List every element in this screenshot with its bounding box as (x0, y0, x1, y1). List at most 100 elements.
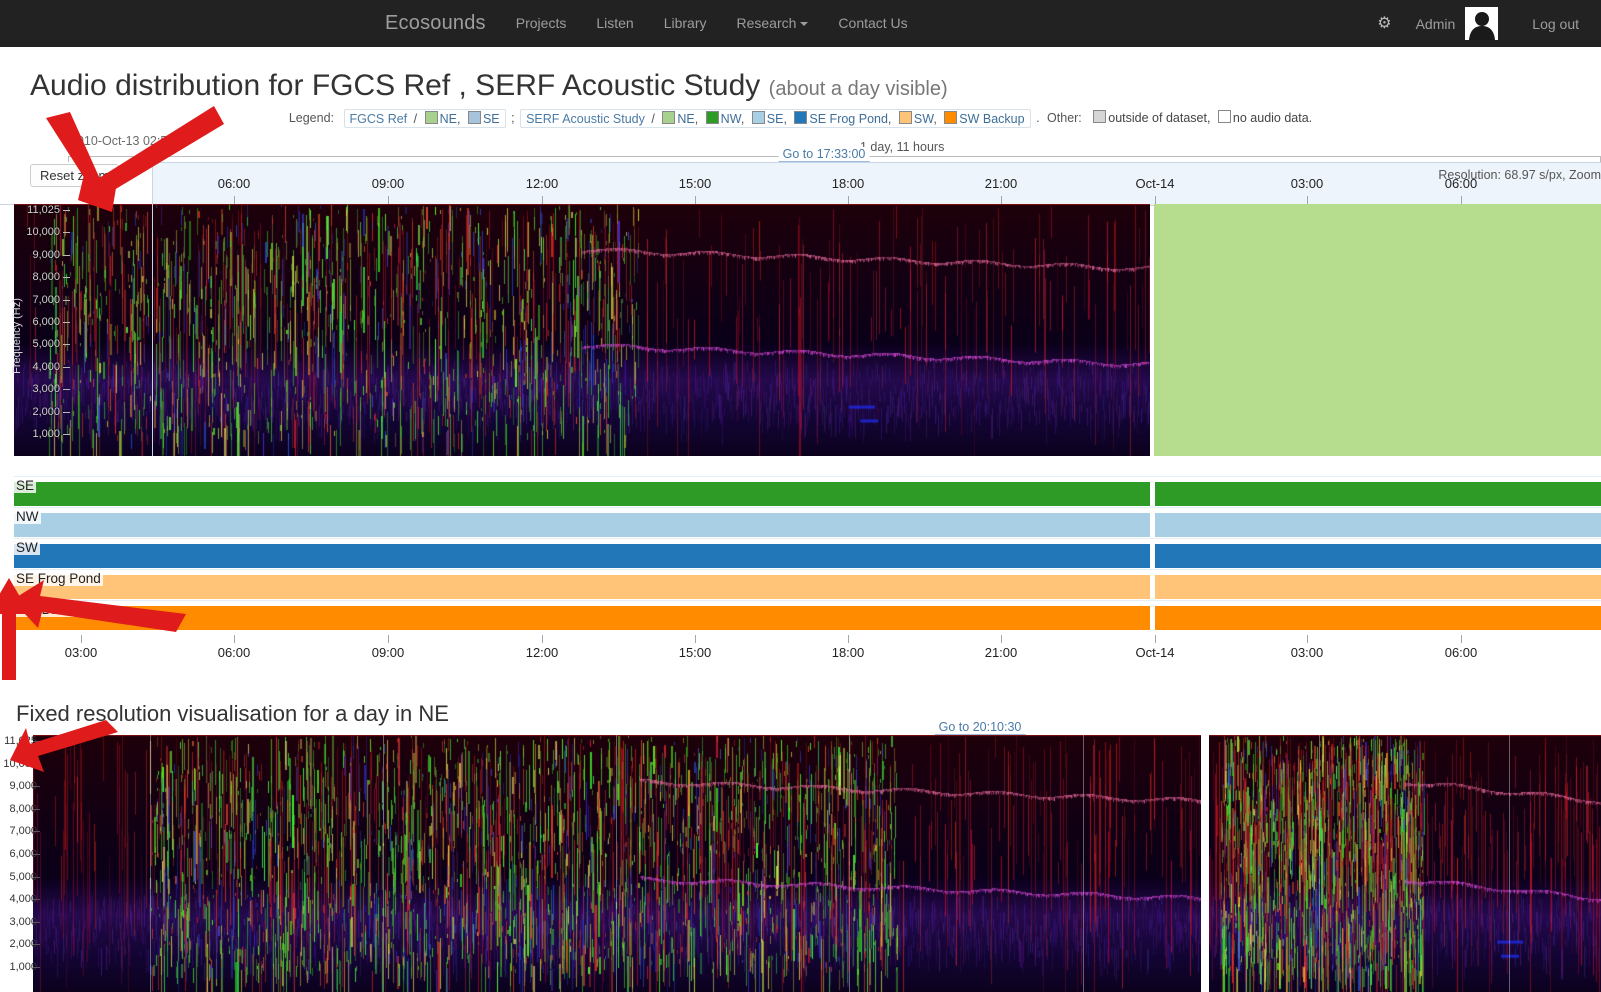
nav-link-research[interactable]: Research (722, 0, 824, 47)
brand-logo[interactable]: Ecosounds (370, 12, 501, 35)
bottom-axis-tick-label: 03:00 (1290, 645, 1324, 660)
category-track-row[interactable]: NW (0, 507, 1601, 538)
fixed-frequency-tick-mark (33, 921, 40, 923)
top-axis-tick-label: 21:00 (984, 176, 1018, 191)
legend-item-ne: NE (677, 112, 695, 126)
track-bar-segment-left[interactable] (14, 482, 1150, 506)
track-separator (14, 476, 1601, 477)
legend-item-outside-dataset: outside of dataset, (1108, 110, 1211, 125)
fixed-frequency-tick-mark (33, 786, 40, 788)
spectrogram-image[interactable] (14, 204, 1150, 456)
legend-swatch-nw (705, 111, 719, 124)
category-track-row[interactable]: SW (0, 538, 1601, 569)
nav-link-library[interactable]: Library (649, 0, 722, 47)
category-track-row[interactable]: SE Frog Pond (0, 569, 1601, 600)
bottom-axis-tick-label: 15:00 (678, 645, 712, 660)
range-duration: 1 day, 11 hours (860, 140, 945, 154)
nav-link-listen[interactable]: Listen (581, 0, 648, 47)
legend-other-label: Other: (1047, 110, 1082, 125)
track-bar-segment-left[interactable] (14, 513, 1150, 537)
top-axis-tick-label: 18:00 (831, 176, 865, 191)
legend-group-title: SERF Acoustic Study (526, 112, 645, 126)
track-label: SW (14, 540, 40, 555)
track-label: SE Frog Pond (14, 571, 103, 586)
legend-item-nw: NW (720, 112, 741, 126)
gear-icon[interactable]: ⚙ (1363, 0, 1405, 47)
spectrogram-canvas (1209, 735, 1601, 992)
legend-swatch-ne (662, 111, 676, 124)
legend-group-serf: SERF Acoustic Study / NE, NW, SE, SE Fro… (520, 109, 1031, 128)
timeline-visualisation: 2010-Oct-13 02:51:47 1 day, 11 hours NE … (0, 134, 1601, 669)
reset-zoom-button[interactable]: Reset zoom (30, 164, 120, 187)
spectrogram-canvas (14, 204, 1150, 456)
fixed-resolution-panel[interactable]: 11,025 10,000 9,000 8,000 7,000 6,000 5,000 4,0… (0, 735, 1601, 992)
fixed-resolution-title: Fixed resolution visualisation for a day… (16, 701, 449, 727)
fixed-gridline (1319, 735, 1320, 992)
track-separator (14, 600, 1601, 601)
bottom-axis-tick-mark (388, 635, 389, 643)
legend-label: Legend: (288, 110, 335, 125)
legend-item-se: SE (766, 112, 784, 126)
main-chart-panel[interactable]: NE 03:0006:0009:0012:0015:0018:0021:00Oc… (0, 147, 1601, 474)
bottom-axis-tick-label: 12:00 (525, 645, 559, 660)
track-bar-segment-left[interactable] (14, 575, 1150, 599)
fixed-frequency-tick-mark (33, 854, 40, 855)
fixed-frequency-tick-mark (33, 899, 40, 901)
track-separator (14, 569, 1601, 570)
legend-separator: / (413, 112, 418, 126)
legend-swatch-ne (424, 111, 438, 124)
user-avatar-icon[interactable] (1465, 7, 1499, 40)
track-bar-segment-right[interactable] (1155, 575, 1601, 599)
nav-link-label: Library (663, 15, 707, 31)
range-start-date: 2010-Oct-13 02:51:47 (70, 134, 192, 148)
track-bar-segment-right[interactable] (1155, 606, 1601, 630)
bottom-axis-tick-mark (542, 635, 543, 643)
category-track-row[interactable]: SE (0, 476, 1601, 507)
category-track-row[interactable]: SW Backup (0, 600, 1601, 631)
fixed-gridline (849, 735, 850, 992)
bottom-axis-tick-mark (1001, 635, 1002, 643)
goto-time-link-bottom[interactable]: Go to 20:10:30 (934, 720, 1026, 735)
fixed-gridline (383, 735, 384, 992)
bottom-axis-tick-label: 06:00 (1444, 645, 1478, 660)
track-bar-segment-right[interactable] (1155, 513, 1601, 537)
track-bar-segment-left[interactable] (14, 544, 1150, 568)
legend-item-se-frog-pond: SE Frog Pond (809, 112, 888, 126)
navbar-right-group: ⚙ Admin Log out (1363, 0, 1601, 47)
track-bar-segment-left[interactable] (14, 606, 1150, 630)
fixed-spectrogram-right[interactable] (1209, 735, 1601, 992)
legend-item-sw: SW (913, 112, 934, 126)
nav-link-contact-us[interactable]: Contact Us (823, 0, 922, 47)
track-label: SW Backup (14, 602, 89, 617)
resolution-status-text: Resolution: 68.97 s/px, Zoom (1438, 168, 1601, 182)
bottom-axis-tick-mark (695, 635, 696, 643)
track-separator (14, 507, 1601, 508)
nav-link-label: Contact Us (838, 15, 908, 31)
spectrogram-strip[interactable] (14, 204, 1601, 456)
bottom-axis-tick-label: 21:00 (984, 645, 1018, 660)
track-bar-segment-right[interactable] (1155, 544, 1601, 568)
legend-group-title: FGCS Ref (349, 112, 408, 126)
bottom-time-axis[interactable]: 03:00 06:00 09:00 12:00 15:00 18:00 21:00 Oct-1… (0, 635, 1601, 669)
fixed-frequency-tick-mark (33, 808, 40, 810)
goto-time-link-top[interactable]: Go to 17:33:00 (778, 147, 870, 162)
nav-link-label: Listen (596, 15, 634, 31)
track-label: NW (14, 509, 41, 524)
top-navbar: Ecosounds Projects Listen Library Resear… (0, 0, 1601, 47)
admin-label[interactable]: Admin (1406, 16, 1462, 32)
bottom-axis-tick-label: 09:00 (371, 645, 405, 660)
bottom-axis-tick-mark (1307, 635, 1308, 643)
fixed-spectrogram-left[interactable] (33, 735, 1201, 992)
logout-link[interactable]: Log out (1502, 16, 1601, 32)
fixed-frequency-tick-mark (33, 876, 40, 878)
top-time-axis[interactable]: 03:00 06:00 09:00 12:00 15:00 18:00 21:00 Oct-1… (14, 162, 1601, 206)
chevron-down-icon (800, 22, 809, 27)
nav-link-projects[interactable]: Projects (501, 0, 582, 47)
track-bar-segment-right[interactable] (1155, 482, 1601, 506)
legend-swatch-sw-backup (944, 111, 958, 124)
top-axis-tick-label: Oct-14 (1135, 176, 1175, 191)
legend-swatch-se (751, 111, 765, 124)
bottom-axis-tick-label: 03:00 (64, 645, 98, 660)
top-axis-tick-label: 15:00 (678, 176, 712, 191)
page-title-main: Audio distribution for FGCS Ref , SERF A… (30, 69, 761, 102)
